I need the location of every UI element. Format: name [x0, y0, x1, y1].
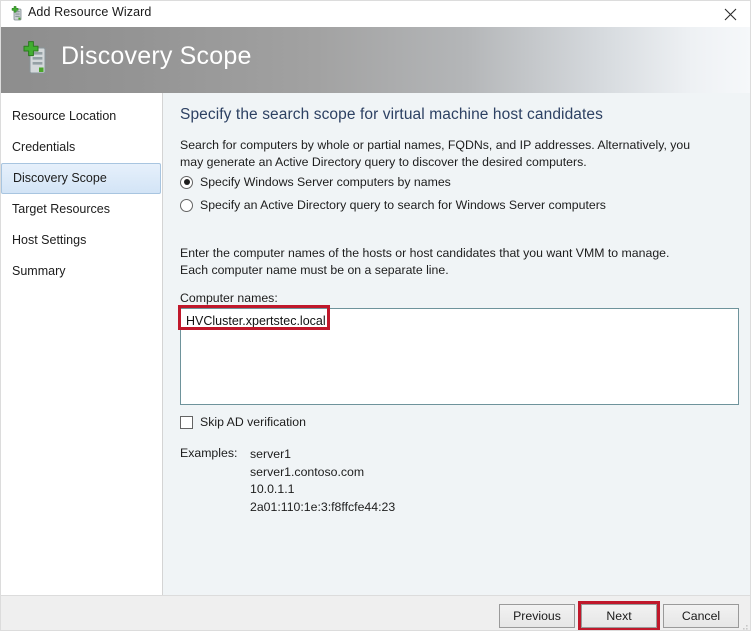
window-title: Add Resource Wizard: [28, 5, 152, 19]
examples-list: server1 server1.contoso.com 10.0.1.1 2a0…: [250, 446, 395, 516]
wizard-step-nav: Resource Location Credentials Discovery …: [1, 93, 163, 595]
radio-button-icon[interactable]: [180, 198, 193, 212]
radio-option-label: Specify Windows Server computers by name…: [200, 175, 451, 189]
computer-names-label: Computer names:: [180, 291, 278, 305]
sidebar-item-target-resources[interactable]: Target Resources: [1, 194, 162, 225]
list-item: 2a01:110:1e:3:f8ffcfe44:23: [250, 499, 396, 514]
sidebar-item-resource-location[interactable]: Resource Location: [1, 101, 162, 132]
add-server-icon: [9, 6, 25, 22]
wizard-content-panel: Specify the search scope for virtual mac…: [163, 93, 750, 595]
sidebar-item-label: Discovery Scope: [13, 171, 107, 185]
next-button[interactable]: Next: [581, 604, 657, 628]
title-bar: Add Resource Wizard: [1, 1, 750, 27]
sidebar-item-summary[interactable]: Summary: [1, 256, 162, 287]
previous-button[interactable]: Previous: [499, 604, 575, 628]
radio-option-label: Specify an Active Directory query to sea…: [200, 198, 606, 212]
sidebar-item-credentials[interactable]: Credentials: [1, 132, 162, 163]
computer-names-input[interactable]: HVCluster.xpertstec.local: [180, 308, 739, 405]
content-description: Search for computers by whole or partial…: [180, 138, 691, 169]
cancel-button[interactable]: Cancel: [663, 604, 739, 628]
resize-grip-icon[interactable]: [738, 619, 750, 630]
sidebar-item-label: Target Resources: [12, 202, 110, 216]
radio-option-ad-query[interactable]: Specify an Active Directory query to sea…: [180, 198, 606, 212]
sidebar-item-label: Summary: [12, 264, 66, 278]
radio-option-by-names[interactable]: Specify Windows Server computers by name…: [180, 175, 451, 189]
sidebar-item-label: Credentials: [12, 140, 76, 154]
wizard-footer: Previous Next Cancel: [1, 595, 750, 630]
add-resource-wizard-window: Add Resource Wizard Discovery Scope Reso…: [0, 0, 751, 631]
close-icon[interactable]: [708, 1, 750, 27]
page-title: Discovery Scope: [61, 42, 252, 70]
sidebar-item-label: Host Settings: [12, 233, 87, 247]
skip-ad-verification-row[interactable]: Skip AD verification: [180, 415, 306, 429]
content-heading: Specify the search scope for virtual mac…: [180, 106, 604, 123]
wizard-body: Resource Location Credentials Discovery …: [1, 93, 750, 595]
instructions-text: Enter the computer names of the hosts or…: [180, 246, 670, 277]
page-header-banner: Discovery Scope: [1, 27, 750, 93]
radio-button-icon[interactable]: [180, 175, 193, 189]
examples-label: Examples:: [180, 446, 238, 460]
skip-ad-verification-label: Skip AD verification: [200, 415, 306, 429]
checkbox-icon[interactable]: [180, 415, 193, 429]
list-item: server1.contoso.com: [250, 464, 365, 479]
list-item: 10.0.1.1: [250, 482, 295, 496]
sidebar-item-host-settings[interactable]: Host Settings: [1, 225, 162, 256]
add-server-icon: [19, 41, 53, 79]
computer-names-value: HVCluster.xpertstec.local: [186, 314, 326, 328]
sidebar-item-discovery-scope[interactable]: Discovery Scope: [1, 163, 161, 194]
sidebar-item-label: Resource Location: [12, 109, 117, 123]
list-item: server1: [250, 447, 292, 461]
